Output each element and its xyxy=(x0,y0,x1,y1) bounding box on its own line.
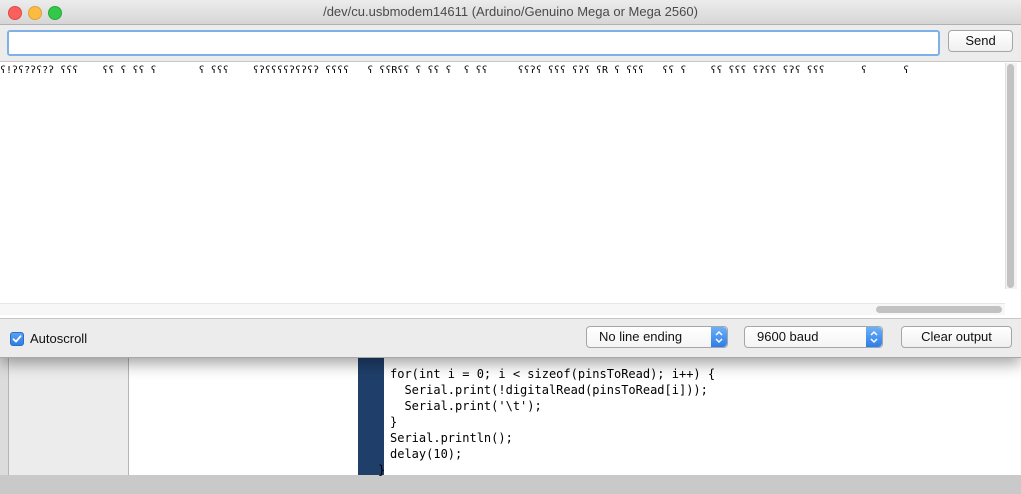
updown-arrows-icon xyxy=(866,327,882,347)
ide-sidebar-strip xyxy=(0,355,9,475)
horizontal-scrollbar[interactable] xyxy=(0,303,1005,315)
code-line: Serial.println(); xyxy=(390,431,513,445)
checkmark-icon xyxy=(12,335,22,343)
editor-gutter xyxy=(358,355,384,475)
window-title: /dev/cu.usbmodem14611 (Arduino/Genuino M… xyxy=(323,4,698,19)
output-text: ʕ!ʔʕ?ʔʕ?ʔ ʕʕʕ ʕʕ ʕ ʕʕ ʕ ʕ ʕʕʕ ʕʔʕʕʕʕʔʕʔʕ… xyxy=(0,65,910,76)
line-ending-value: No line ending xyxy=(599,329,683,344)
ide-side-panel xyxy=(129,355,358,475)
baud-rate-value: 9600 baud xyxy=(757,329,819,344)
code-line: Serial.print(!digitalRead(pinsToRead[i])… xyxy=(390,383,708,397)
autoscroll-checkbox[interactable] xyxy=(10,332,24,346)
title-bar[interactable]: /dev/cu.usbmodem14611 (Arduino/Genuino M… xyxy=(0,0,1021,25)
serial-output[interactable]: ʕ!ʔʕ?ʔʕ?ʔ ʕʕʕ ʕʕ ʕ ʕʕ ʕ ʕ ʕʕʕ ʕʔʕʕʕʕʔʕʔʕ… xyxy=(0,61,1021,319)
code-line: } xyxy=(378,463,386,477)
code-line: delay(10); xyxy=(390,447,463,461)
send-button[interactable]: Send xyxy=(948,30,1013,52)
clear-output-button[interactable]: Clear output xyxy=(901,326,1012,348)
updown-arrows-icon xyxy=(711,327,727,347)
vertical-scroll-thumb[interactable] xyxy=(1007,64,1014,288)
baud-rate-select[interactable]: 9600 baud xyxy=(744,326,883,348)
code-line: } xyxy=(390,415,398,429)
line-ending-select[interactable]: No line ending xyxy=(586,326,728,348)
ide-sidebar xyxy=(0,355,358,475)
code-line: Serial.print('\t'); xyxy=(390,399,542,413)
autoscroll-label: Autoscroll xyxy=(30,331,88,346)
code-lines: for(int i = 0; i < sizeof(pinsToRead); i… xyxy=(378,350,716,494)
code-line: for(int i = 0; i < sizeof(pinsToRead); i… xyxy=(390,367,716,381)
serial-monitor-window: /dev/cu.usbmodem14611 (Arduino/Genuino M… xyxy=(0,0,1021,358)
serial-input[interactable] xyxy=(7,30,940,56)
horizontal-scroll-thumb[interactable] xyxy=(876,306,1002,313)
